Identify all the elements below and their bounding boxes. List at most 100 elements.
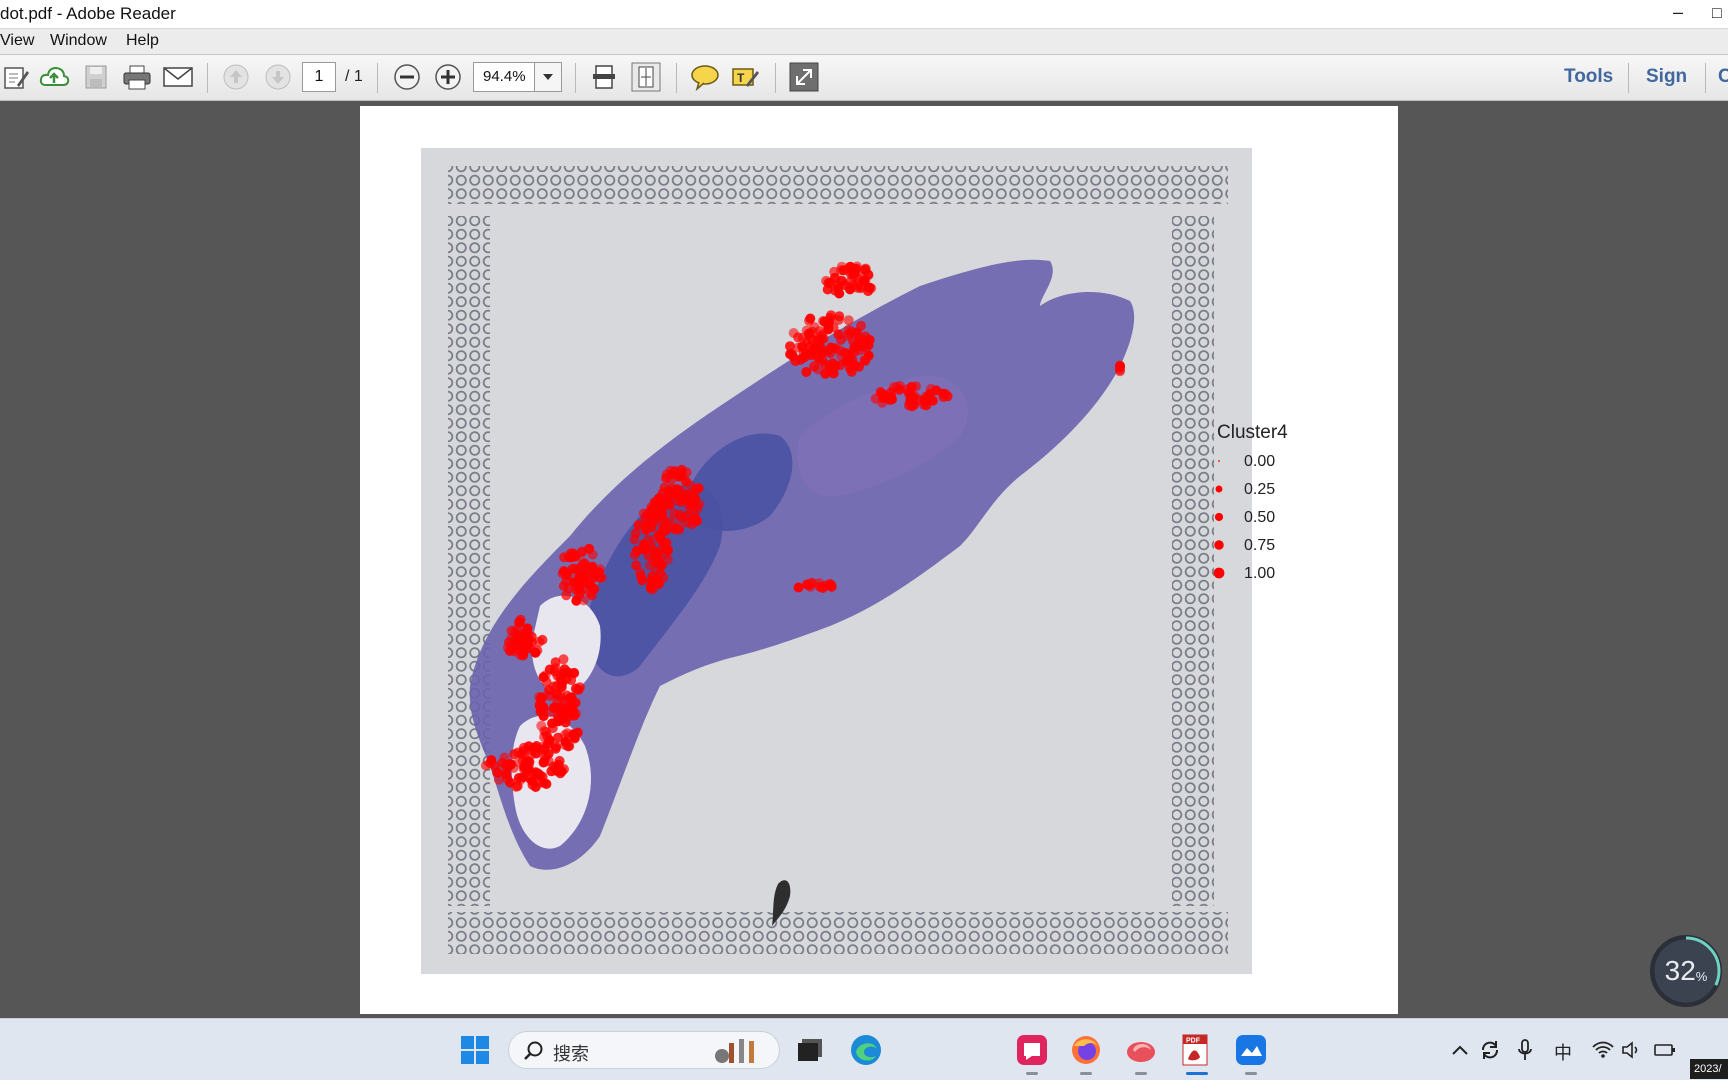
- microphone-icon[interactable]: [1514, 1030, 1536, 1070]
- expression-spot: [888, 382, 899, 393]
- email-icon[interactable]: [162, 61, 194, 93]
- arrow-up-icon[interactable]: [220, 61, 252, 93]
- expression-spot: [820, 580, 831, 591]
- expression-spot: [854, 271, 865, 281]
- expression-spot: [661, 525, 672, 536]
- expression-spot: [685, 492, 696, 503]
- highlight-icon[interactable]: T: [729, 61, 761, 93]
- search-placeholder: 搜索: [553, 1044, 589, 1064]
- expression-spot: [843, 315, 854, 326]
- chevron-down-icon[interactable]: [535, 62, 562, 92]
- tools-button[interactable]: Tools: [1564, 66, 1613, 88]
- expression-spot: [554, 755, 565, 766]
- fit-page-icon[interactable]: [630, 61, 662, 93]
- expression-spot: [833, 283, 844, 294]
- spatial-dot-plot: Cluster4 0.00 0.25 0.50 0.75 1.00: [421, 148, 1288, 974]
- expression-spot: [909, 391, 920, 401]
- expression-spot: [547, 723, 558, 734]
- expression-spot: [629, 534, 640, 545]
- taskbar-search[interactable]: 搜索: [508, 1031, 780, 1069]
- save-icon[interactable]: [80, 61, 112, 93]
- edge-browser-icon[interactable]: [846, 1030, 886, 1070]
- expression-spot: [826, 342, 837, 353]
- volume-icon[interactable]: [1620, 1030, 1644, 1070]
- window-title: dot.pdf - Adobe Reader: [0, 4, 176, 23]
- zoom-out-icon[interactable]: [391, 61, 423, 93]
- expression-spot: [534, 692, 545, 702]
- expression-spot: [539, 756, 549, 767]
- expression-spot: [589, 569, 600, 580]
- page-number-input[interactable]: 1: [302, 62, 336, 92]
- zoom-level-input[interactable]: 94.4%: [473, 62, 535, 92]
- expression-spot: [919, 399, 930, 410]
- fit-width-icon[interactable]: [588, 61, 620, 93]
- chevron-up-icon[interactable]: [1450, 1030, 1470, 1070]
- expression-spot: [823, 278, 834, 288]
- cloud-upload-icon[interactable]: [38, 61, 70, 93]
- running-indicator: [1080, 1072, 1092, 1075]
- firefox-icon[interactable]: [1066, 1030, 1106, 1070]
- expression-spot: [552, 680, 562, 691]
- expression-spot: [805, 313, 816, 324]
- expression-spot: [572, 727, 583, 738]
- expression-spot: [522, 623, 533, 634]
- expression-spot: [875, 387, 886, 398]
- print-icon[interactable]: [121, 61, 153, 93]
- expression-spot: [673, 491, 684, 502]
- expression-spot: [570, 683, 581, 694]
- fiducial-border-right: [1172, 216, 1214, 906]
- expression-spot: [843, 328, 854, 339]
- expression-spot: [519, 642, 530, 653]
- legend-label: 0.25: [1244, 481, 1275, 498]
- menu-help[interactable]: Help: [126, 32, 159, 50]
- pinned-app-icon[interactable]: [1012, 1030, 1052, 1070]
- zoom-in-icon[interactable]: [432, 61, 464, 93]
- edit-icon[interactable]: [0, 61, 32, 93]
- running-indicator: [1135, 1072, 1147, 1075]
- expression-spot: [569, 577, 580, 588]
- menu-bar: View Window Help: [0, 29, 1728, 55]
- menu-view[interactable]: View: [0, 32, 34, 50]
- battery-icon[interactable]: [1652, 1030, 1678, 1070]
- expression-spot: [826, 310, 836, 321]
- expression-spot: [584, 543, 595, 554]
- expression-spot: [578, 595, 589, 606]
- taskbar: 搜索 PDF 中 2023/: [0, 1018, 1728, 1080]
- fiducial-border-top: [448, 166, 1228, 204]
- clock-fragment[interactable]: 2023/: [1690, 1059, 1728, 1079]
- maximize-button[interactable]: □: [1712, 0, 1728, 29]
- page-total: / 1: [345, 68, 363, 85]
- expression-spot: [501, 769, 512, 780]
- expression-spot: [492, 767, 502, 778]
- legend-title: Cluster4: [1217, 422, 1288, 443]
- sync-icon[interactable]: [1478, 1030, 1502, 1070]
- search-icon: [524, 1041, 543, 1060]
- app-swirl-icon[interactable]: [1121, 1030, 1161, 1070]
- arrow-down-icon[interactable]: [262, 61, 294, 93]
- minimize-button[interactable]: –: [1660, 0, 1696, 29]
- photos-app-icon[interactable]: [1231, 1030, 1271, 1070]
- menu-window[interactable]: Window: [50, 32, 107, 50]
- expression-spot: [863, 340, 874, 350]
- expression-spot: [790, 356, 801, 367]
- progress-ring: [1651, 936, 1721, 1006]
- active-indicator: [1186, 1072, 1208, 1075]
- comment-button[interactable]: C: [1718, 66, 1728, 88]
- windows-start-icon[interactable]: [455, 1030, 495, 1070]
- expression-spot: [512, 781, 523, 792]
- progress-widget[interactable]: 32 %: [1650, 935, 1722, 1007]
- expression-spot: [558, 566, 569, 577]
- adobe-reader-taskbar-icon[interactable]: PDF: [1176, 1030, 1216, 1070]
- task-view-icon[interactable]: [790, 1030, 830, 1070]
- expression-spot: [530, 647, 541, 658]
- expression-spot: [812, 364, 823, 375]
- wifi-icon[interactable]: [1590, 1030, 1616, 1070]
- expression-spot: [793, 582, 804, 593]
- expression-spot: [500, 760, 511, 771]
- ime-indicator[interactable]: 中: [1554, 1039, 1572, 1065]
- pdf-page[interactable]: Cluster4 0.00 0.25 0.50 0.75 1.00: [360, 106, 1398, 1014]
- sign-button[interactable]: Sign: [1646, 66, 1687, 88]
- fullscreen-icon[interactable]: [788, 61, 820, 93]
- comment-icon[interactable]: [689, 61, 721, 93]
- toolbar-separator: [676, 63, 677, 93]
